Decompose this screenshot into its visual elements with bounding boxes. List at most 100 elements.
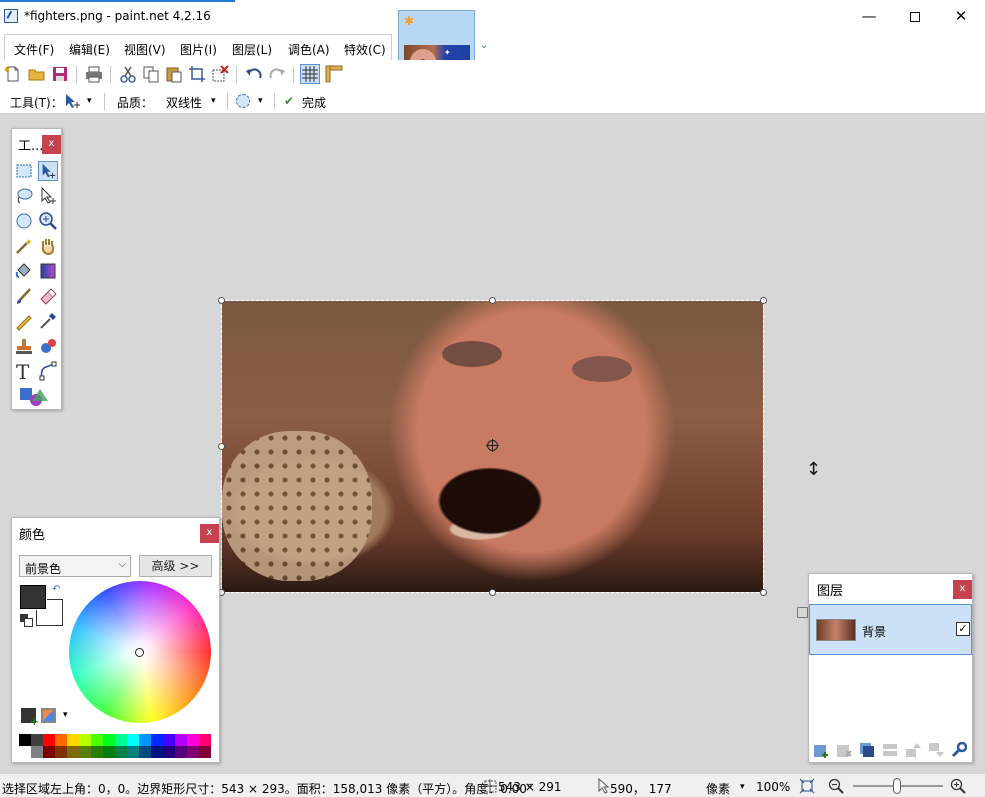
menu-effects[interactable]: 特效(C) xyxy=(344,41,386,58)
palette-menu-icon[interactable] xyxy=(41,708,56,723)
new-file-icon[interactable]: ✱ xyxy=(4,65,22,83)
zoom-in-icon[interactable] xyxy=(950,778,966,794)
color-picker-tool-icon[interactable] xyxy=(38,311,58,331)
tools-window-close-button[interactable]: x xyxy=(42,135,61,154)
menu-layers[interactable]: 图层(L) xyxy=(232,41,272,58)
gradient-tool-icon[interactable] xyxy=(38,261,58,281)
palette-swatch[interactable] xyxy=(43,746,55,758)
palette-swatch[interactable] xyxy=(139,734,151,746)
pixel-grid-icon[interactable] xyxy=(300,64,320,84)
antialiasing-dropdown-arrow[interactable]: ▾ xyxy=(258,96,263,106)
units-select[interactable]: 像素 xyxy=(706,780,730,797)
zoom-out-icon[interactable] xyxy=(828,778,844,794)
primary-color-swatch[interactable] xyxy=(19,584,47,610)
palette-swatch[interactable] xyxy=(127,734,139,746)
zoom-slider-thumb[interactable] xyxy=(893,778,901,794)
layers-window-close-button[interactable]: x xyxy=(953,580,972,599)
palette-swatch[interactable] xyxy=(115,746,127,758)
layer-visibility-checkbox[interactable]: ✓ xyxy=(956,622,970,636)
menu-file[interactable]: 文件(F) xyxy=(14,41,54,58)
rectangle-select-tool-icon[interactable] xyxy=(14,161,34,181)
menu-view[interactable]: 视图(V) xyxy=(124,41,166,58)
move-selection-tool-icon[interactable] xyxy=(38,186,58,206)
minimize-button[interactable]: — xyxy=(846,0,892,32)
ellipse-select-tool-icon[interactable] xyxy=(14,211,34,231)
palette-swatch[interactable] xyxy=(79,734,91,746)
cut-icon[interactable] xyxy=(119,65,137,83)
palette-swatch[interactable] xyxy=(115,734,127,746)
palette-swatch[interactable] xyxy=(103,746,115,758)
palette-swatch[interactable] xyxy=(127,746,139,758)
palette-swatch[interactable] xyxy=(19,734,31,746)
menu-adjustments[interactable]: 调色(A) xyxy=(288,41,330,58)
add-to-palette-icon[interactable] xyxy=(21,708,39,728)
menu-image[interactable]: 图片(I) xyxy=(180,41,217,58)
pencil-tool-icon[interactable] xyxy=(14,311,34,331)
move-layer-up-icon[interactable] xyxy=(905,742,921,758)
units-dropdown-arrow[interactable]: ▾ xyxy=(740,782,745,792)
palette-swatch[interactable] xyxy=(67,734,79,746)
save-icon[interactable] xyxy=(51,65,69,83)
merge-layer-down-icon[interactable] xyxy=(882,742,898,758)
lasso-select-tool-icon[interactable] xyxy=(14,186,34,206)
palette-swatch[interactable] xyxy=(199,734,211,746)
eraser-tool-icon[interactable] xyxy=(38,286,58,306)
selection-handle-nw[interactable] xyxy=(218,297,225,304)
palette-swatch[interactable] xyxy=(163,734,175,746)
reset-colors-icon[interactable] xyxy=(20,614,33,627)
palette-swatch[interactable] xyxy=(79,746,91,758)
selection-handle-s[interactable] xyxy=(489,589,496,596)
clone-stamp-tool-icon[interactable] xyxy=(14,336,34,356)
pan-tool-icon[interactable] xyxy=(38,236,58,256)
palette-swatch[interactable] xyxy=(151,746,163,758)
palette-swatch[interactable] xyxy=(199,746,211,758)
open-file-icon[interactable] xyxy=(28,65,46,83)
undo-icon[interactable] xyxy=(245,65,263,83)
palette-swatch[interactable] xyxy=(175,734,187,746)
delete-layer-icon[interactable] xyxy=(836,742,852,758)
move-layer-down-icon[interactable] xyxy=(928,742,944,758)
print-icon[interactable] xyxy=(85,65,103,83)
color-wheel-marker[interactable] xyxy=(135,648,144,657)
palette-swatch[interactable] xyxy=(187,746,199,758)
text-tool-icon[interactable]: T xyxy=(14,361,34,381)
palette-swatch[interactable] xyxy=(91,746,103,758)
paintbrush-tool-icon[interactable] xyxy=(14,286,34,306)
selection-handle-se[interactable] xyxy=(760,589,767,596)
swap-colors-icon[interactable]: ↶ xyxy=(52,584,60,595)
move-selected-pixels-tool-icon[interactable] xyxy=(38,161,58,181)
colors-window-close-button[interactable]: x xyxy=(200,524,219,543)
palette-swatch[interactable] xyxy=(151,734,163,746)
advanced-button[interactable]: 高级 >> xyxy=(139,555,212,577)
zoom-tool-icon[interactable] xyxy=(38,211,58,231)
magic-wand-tool-icon[interactable]: ✦ xyxy=(14,236,34,256)
line-curve-tool-icon[interactable] xyxy=(38,361,58,381)
palette-swatch[interactable] xyxy=(43,734,55,746)
layer-row-background[interactable]: 背景 ✓ xyxy=(809,604,972,655)
zoom-level[interactable]: 100% xyxy=(756,780,790,794)
move-center-crosshair-icon[interactable] xyxy=(486,439,499,452)
tool-dropdown-arrow[interactable]: ▾ xyxy=(87,96,92,106)
crop-to-selection-icon[interactable] xyxy=(188,65,206,83)
paste-icon[interactable] xyxy=(165,65,183,83)
paint-bucket-tool-icon[interactable] xyxy=(14,261,34,281)
recolor-tool-icon[interactable] xyxy=(38,336,58,356)
maximize-button[interactable] xyxy=(892,0,938,32)
close-window-button[interactable]: ✕ xyxy=(938,0,984,32)
quality-dropdown-arrow[interactable]: ▾ xyxy=(211,96,216,106)
palette-swatch[interactable] xyxy=(139,746,151,758)
palette-swatch[interactable] xyxy=(187,734,199,746)
palette-swatch[interactable] xyxy=(175,746,187,758)
palette-swatch[interactable] xyxy=(67,746,79,758)
palette-swatch[interactable] xyxy=(55,746,67,758)
palette-swatch[interactable] xyxy=(31,746,43,758)
redo-icon[interactable] xyxy=(268,65,286,83)
finish-check-icon[interactable]: ✔ xyxy=(284,94,294,108)
palette-menu-arrow-icon[interactable]: ▾ xyxy=(63,710,68,720)
menu-edit[interactable]: 编辑(E) xyxy=(69,41,110,58)
quality-value[interactable]: 双线性 xyxy=(166,94,202,111)
add-layer-icon[interactable] xyxy=(813,742,829,758)
palette-swatch[interactable] xyxy=(31,734,43,746)
palette-swatch[interactable] xyxy=(19,746,31,758)
move-selected-tool-icon[interactable] xyxy=(64,93,82,109)
